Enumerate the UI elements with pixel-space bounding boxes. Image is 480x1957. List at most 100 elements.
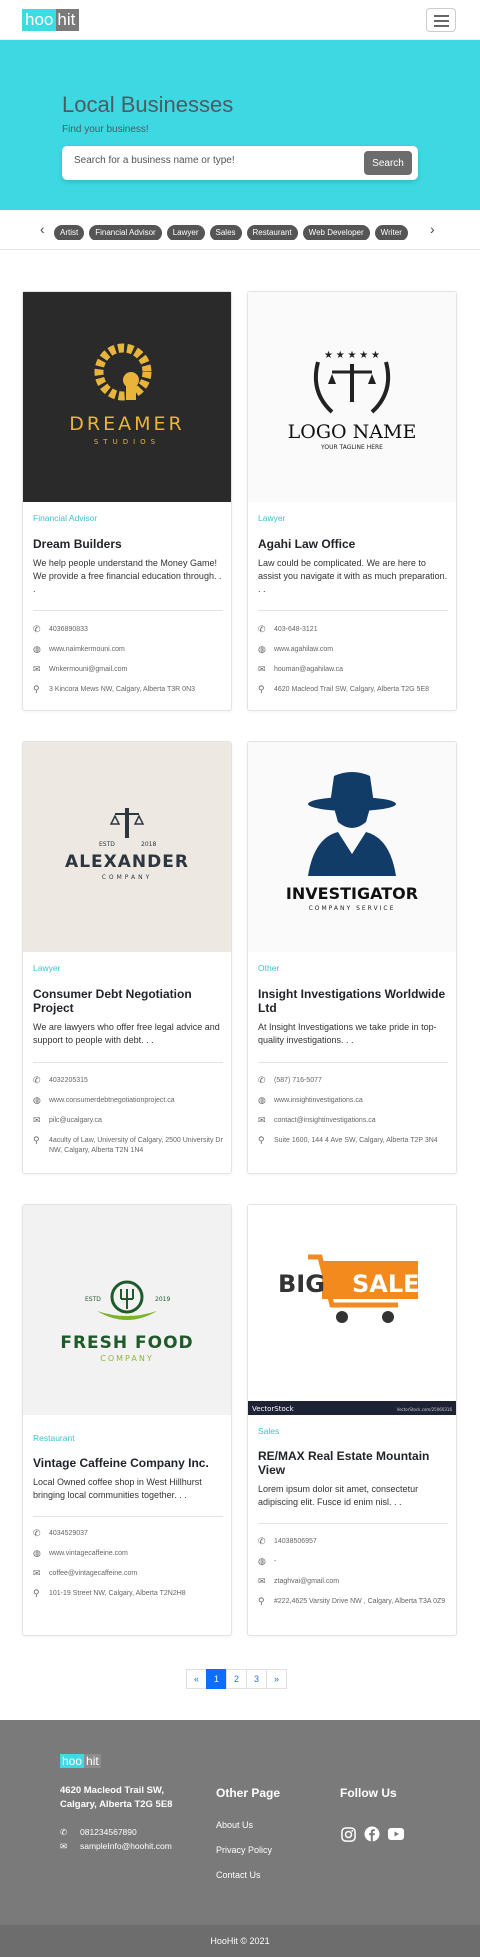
divider [258,1523,448,1524]
business-card[interactable]: INVESTIGATOR COMPANY SERVICE Other Insig… [247,741,457,1174]
envelope-icon: ✉ [33,1568,41,1578]
email-row[interactable]: ✉ houman@agahilaw.ca [258,664,448,675]
phone-icon: ✆ [258,624,266,634]
page-button-1[interactable]: 1 [206,1669,227,1689]
website-row[interactable]: ◍ www.agahilaw.com [258,644,448,655]
email-row[interactable]: ✉ contact@insightinvestigations.ca [258,1115,448,1126]
footer-phone[interactable]: ✆ 081234567890 [60,1827,137,1838]
page-prev-button[interactable]: « [186,1669,207,1689]
logo-line1: FRESH FOOD [60,1333,193,1353]
business-name[interactable]: Insight Investigations Worldwide Ltd [258,987,448,1015]
divider [33,1062,223,1063]
phone-row[interactable]: ✆ 4034529037 [33,1528,223,1539]
phone-row[interactable]: ✆ (587) 716-5077 [258,1075,448,1086]
category-chip[interactable]: Sales [209,225,242,240]
phone-row[interactable]: ✆ 4036890833 [33,624,223,635]
business-category[interactable]: Other [258,963,279,973]
business-card[interactable]: ESTD 2018 ALEXANDER COMPANY Lawyer Consu… [22,741,232,1174]
business-category[interactable]: Restaurant [33,1433,75,1443]
business-logo-image: ESTD 2018 ALEXANDER COMPANY [23,742,231,952]
envelope-icon: ✉ [258,1576,266,1586]
phone-row[interactable]: ✆ 4032205315 [33,1075,223,1086]
globe-icon: ◍ [258,1556,266,1566]
search-input[interactable] [74,155,324,166]
website-row[interactable]: ◍ www.naimkermouni.com [33,644,223,655]
business-name[interactable]: Agahi Law Office [258,537,448,551]
contact-list: ✆ 4034529037 ◍ www.vintagecaffeine.com ✉ co… [33,1528,223,1609]
business-logo-image: ★ ★ ★ ★ ★ LOGO NAME YOUR TAGLINE HERE [248,292,456,502]
website-row[interactable]: ◍ - [258,1556,448,1567]
business-description: Lorem ipsum dolor sit amet, consectetur … [258,1484,419,1507]
brand-logo[interactable]: hoo hit [22,9,80,31]
address-row[interactable]: ⚲ #222,4625 Varsity Drive NW , Calgary, A… [258,1596,448,1607]
instagram-icon[interactable] [340,1826,356,1842]
watermark-right: VectorStock.com/25060316 [397,1407,453,1412]
location-pin-icon: ⚲ [258,684,265,694]
category-chips: Artist Financial Advisor Lawyer Sales Restau… [54,222,426,240]
category-chip[interactable]: Web Developer [302,225,370,240]
category-chip[interactable]: Lawyer [166,225,205,240]
footer-link-contact[interactable]: Contact Us [216,1870,272,1880]
envelope-icon: ✉ [33,664,41,674]
phone-row[interactable]: ✆ 403-648-3121 [258,624,448,635]
category-chip[interactable]: Writer [374,225,408,240]
logo-line1: ALEXANDER [65,852,189,872]
category-chip[interactable]: Restaurant [246,225,298,240]
logo-year: 2018 [141,841,156,848]
page-button-3[interactable]: 3 [246,1669,267,1689]
phone-row[interactable]: ✆ 14038506957 [258,1536,448,1547]
address-row[interactable]: ⚲ Suite 1600, 144 4 Ave SW, Calgary, Albe… [258,1135,448,1146]
search-button[interactable]: Search [364,151,412,175]
address-row[interactable]: ⚲ 4aculty of Law, University of Calgary, … [33,1135,223,1156]
footer-address: 4620 Macleod Trail SW, Calgary, Alberta … [60,1785,173,1810]
business-name[interactable]: Consumer Debt Negotiation Project [33,987,223,1015]
business-name[interactable]: Vintage Caffeine Company Inc. [33,1456,223,1470]
footer-link-about[interactable]: About Us [216,1820,272,1830]
globe-icon: ◍ [258,644,266,654]
website-row[interactable]: ◍ www.consumerdebtnegotiationproject.ca [33,1095,223,1106]
chevron-left-icon[interactable]: ‹ [40,221,45,237]
logo-line2: COMPANY [100,1354,153,1363]
website-row[interactable]: ◍ www.insightinvestigations.ca [258,1095,448,1106]
address-row[interactable]: ⚲ 101-19 Street NW, Calgary, Alberta T2N2… [33,1588,223,1599]
business-category[interactable]: Lawyer [258,513,285,523]
email-row[interactable]: ✉ ztaghvai@gmail.com [258,1576,448,1587]
business-card[interactable]: ★ ★ ★ ★ ★ LOGO NAME YOUR TAGLINE HERE La… [247,291,457,711]
chevron-right-icon[interactable]: › [430,221,435,237]
page-button-2[interactable]: 2 [226,1669,247,1689]
business-name[interactable]: RE/MAX Real Estate Mountain View [258,1449,448,1477]
page-title: Local Businesses [62,92,234,117]
logo-year: 2019 [155,1296,170,1303]
email-row[interactable]: ✉ pilc@ucalgary.ca [33,1115,223,1126]
page-subtitle: Find your business! [62,124,149,135]
address-row[interactable]: ⚲ 4620 Macleod Trail SW, Calgary, Alberta… [258,684,448,695]
logo-line1: DREAMER [69,413,184,435]
email-row[interactable]: ✉ Wnkermouni@gmail.com [33,664,223,675]
business-card[interactable]: DREAMER STUDIOS Financial Advisor Dream … [22,291,232,711]
footer-email[interactable]: ✉ sampleInfo@hoohit.com [60,1841,172,1852]
menu-toggle-button[interactable] [426,8,456,32]
business-card[interactable]: SALE BIG VectorStock VectorStock.com/250… [247,1204,457,1636]
youtube-icon[interactable] [388,1826,404,1842]
location-pin-icon: ⚲ [33,1135,40,1145]
category-chip[interactable]: Artist [54,225,85,240]
website-row[interactable]: ◍ www.vintagecaffeine.com [33,1548,223,1559]
footer-link-privacy[interactable]: Privacy Policy [216,1845,272,1855]
copyright: HooHit © 2021 [0,1925,480,1957]
business-category[interactable]: Financial Advisor [33,513,97,523]
business-category[interactable]: Lawyer [33,963,60,973]
email-row[interactable]: ✉ coffee@vintagecaffeine.com [33,1568,223,1579]
logo-line1: BIG [278,1270,325,1298]
business-card[interactable]: ESTD 2019 FRESH FOOD COMPANY Restaurant … [22,1204,232,1636]
contact-list: ✆ (587) 716-5077 ◍ www.insightinvestigatio… [258,1075,448,1156]
page-next-button[interactable]: » [266,1669,287,1689]
hamburger-icon [434,15,449,17]
business-logo-image: DREAMER STUDIOS [23,292,231,502]
business-category[interactable]: Sales [258,1426,279,1436]
business-name[interactable]: Dream Builders [33,537,223,551]
address-row[interactable]: ⚲ 3 Kincora Mews NW, Calgary, Alberta T3R… [33,684,223,695]
facebook-icon[interactable] [364,1826,380,1842]
footer-logo[interactable]: hoo hit [60,1754,101,1768]
business-logo-image: SALE BIG VectorStock VectorStock.com/250… [248,1205,456,1415]
category-chip[interactable]: Financial Advisor [89,225,162,240]
